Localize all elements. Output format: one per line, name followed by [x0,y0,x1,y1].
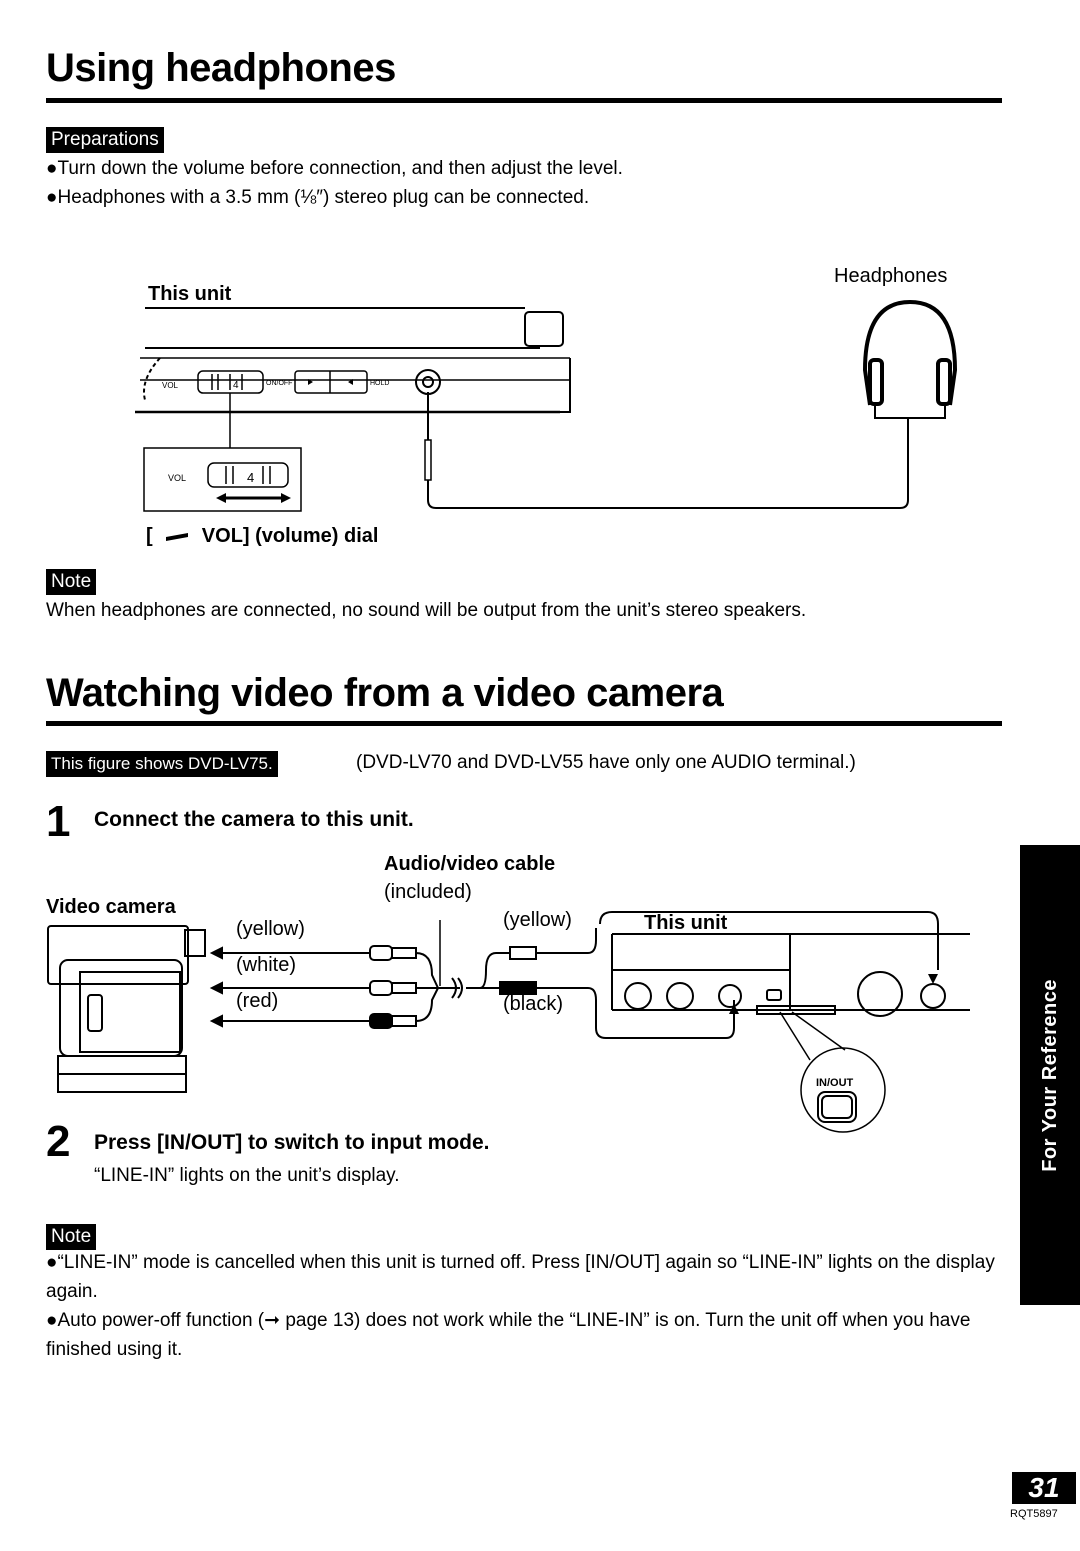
vol-label: VOL [168,473,186,483]
step-title: Connect the camera to this unit. [94,808,414,831]
note-tag: Note [46,569,97,595]
hold-label: HOLD [370,380,389,387]
section-title-headphones: Using headphones [46,46,396,90]
preparation-bullet: ●Turn down the volume before connection,… [46,158,623,179]
cable-arrows [209,946,370,1028]
volume-dial-caption: [ VOL] (volume) dial [146,525,378,548]
step-detail: “LINE-IN” lights on the unit’s display. [94,1165,400,1186]
video-in-arrow [928,974,938,984]
dial-caption-text: VOL] (volume) dial [201,525,379,547]
headphones-icon [862,300,958,419]
step-number: 1 [46,797,71,846]
on-off-label: ON/OFF [266,380,292,387]
headphone-cable [427,418,909,509]
volume-dial-small [197,370,264,394]
headphone-jack [415,369,441,395]
double-arrow-icon [216,493,291,503]
preparations-tag: Preparations [46,127,164,153]
figure-model-tag: This figure shows DVD-LV75. [46,751,278,777]
sidebar-tab: For Your Reference [1020,845,1080,1305]
vol-label-small: VOL [162,381,179,390]
skip-buttons [294,370,368,394]
unit-side-illustration [135,307,571,414]
sidebar-label: For Your Reference [1038,978,1061,1172]
dial-value: 4 [247,470,254,485]
rca-plugs [369,945,417,1029]
vol-dial-icon [166,532,189,541]
dial-value-small: 4 [233,380,239,391]
page-number: 31 [1012,1472,1076,1504]
note-bullet: ●Auto power-off function (➞ page 13) doe… [46,1310,971,1360]
av-cable [415,920,510,1022]
title-rule [46,721,1002,726]
headphone-plug [424,439,432,481]
note-text: When headphones are connected, no sound … [46,600,807,621]
headphones-label: Headphones [834,265,948,287]
preparation-bullet: ●Headphones with a 3.5 mm (⅛″) stereo pl… [46,187,590,208]
bracket-open: [ [146,525,153,547]
video-camera-icon [47,925,206,1093]
unit-rear-illustration [560,911,970,1039]
section-title-video-camera: Watching video from a video camera [46,671,724,715]
note-bullet: ●“LINE-IN” mode is cancelled when this u… [46,1252,995,1302]
in-out-button-label: IN/OUT [816,1077,854,1089]
note-tag: Note [46,1224,97,1250]
mini-plugs [499,946,560,995]
headphones-connection-figure: VOL 4 ON/OFF HOLD 4 VOL [135,300,958,512]
step-number: 2 [46,1117,71,1166]
figure-model-note: (DVD-LV70 and DVD-LV55 have only one AUD… [356,752,856,773]
camera-connection-figure: IN/OUT [47,911,970,1133]
cable-label: Audio/video cable [384,853,556,875]
in-out-callout [779,1011,886,1133]
title-rule [46,98,1002,103]
doc-code: RQT5897 [1010,1508,1058,1520]
step-title: Press [IN/OUT] to switch to input mode. [94,1131,490,1154]
